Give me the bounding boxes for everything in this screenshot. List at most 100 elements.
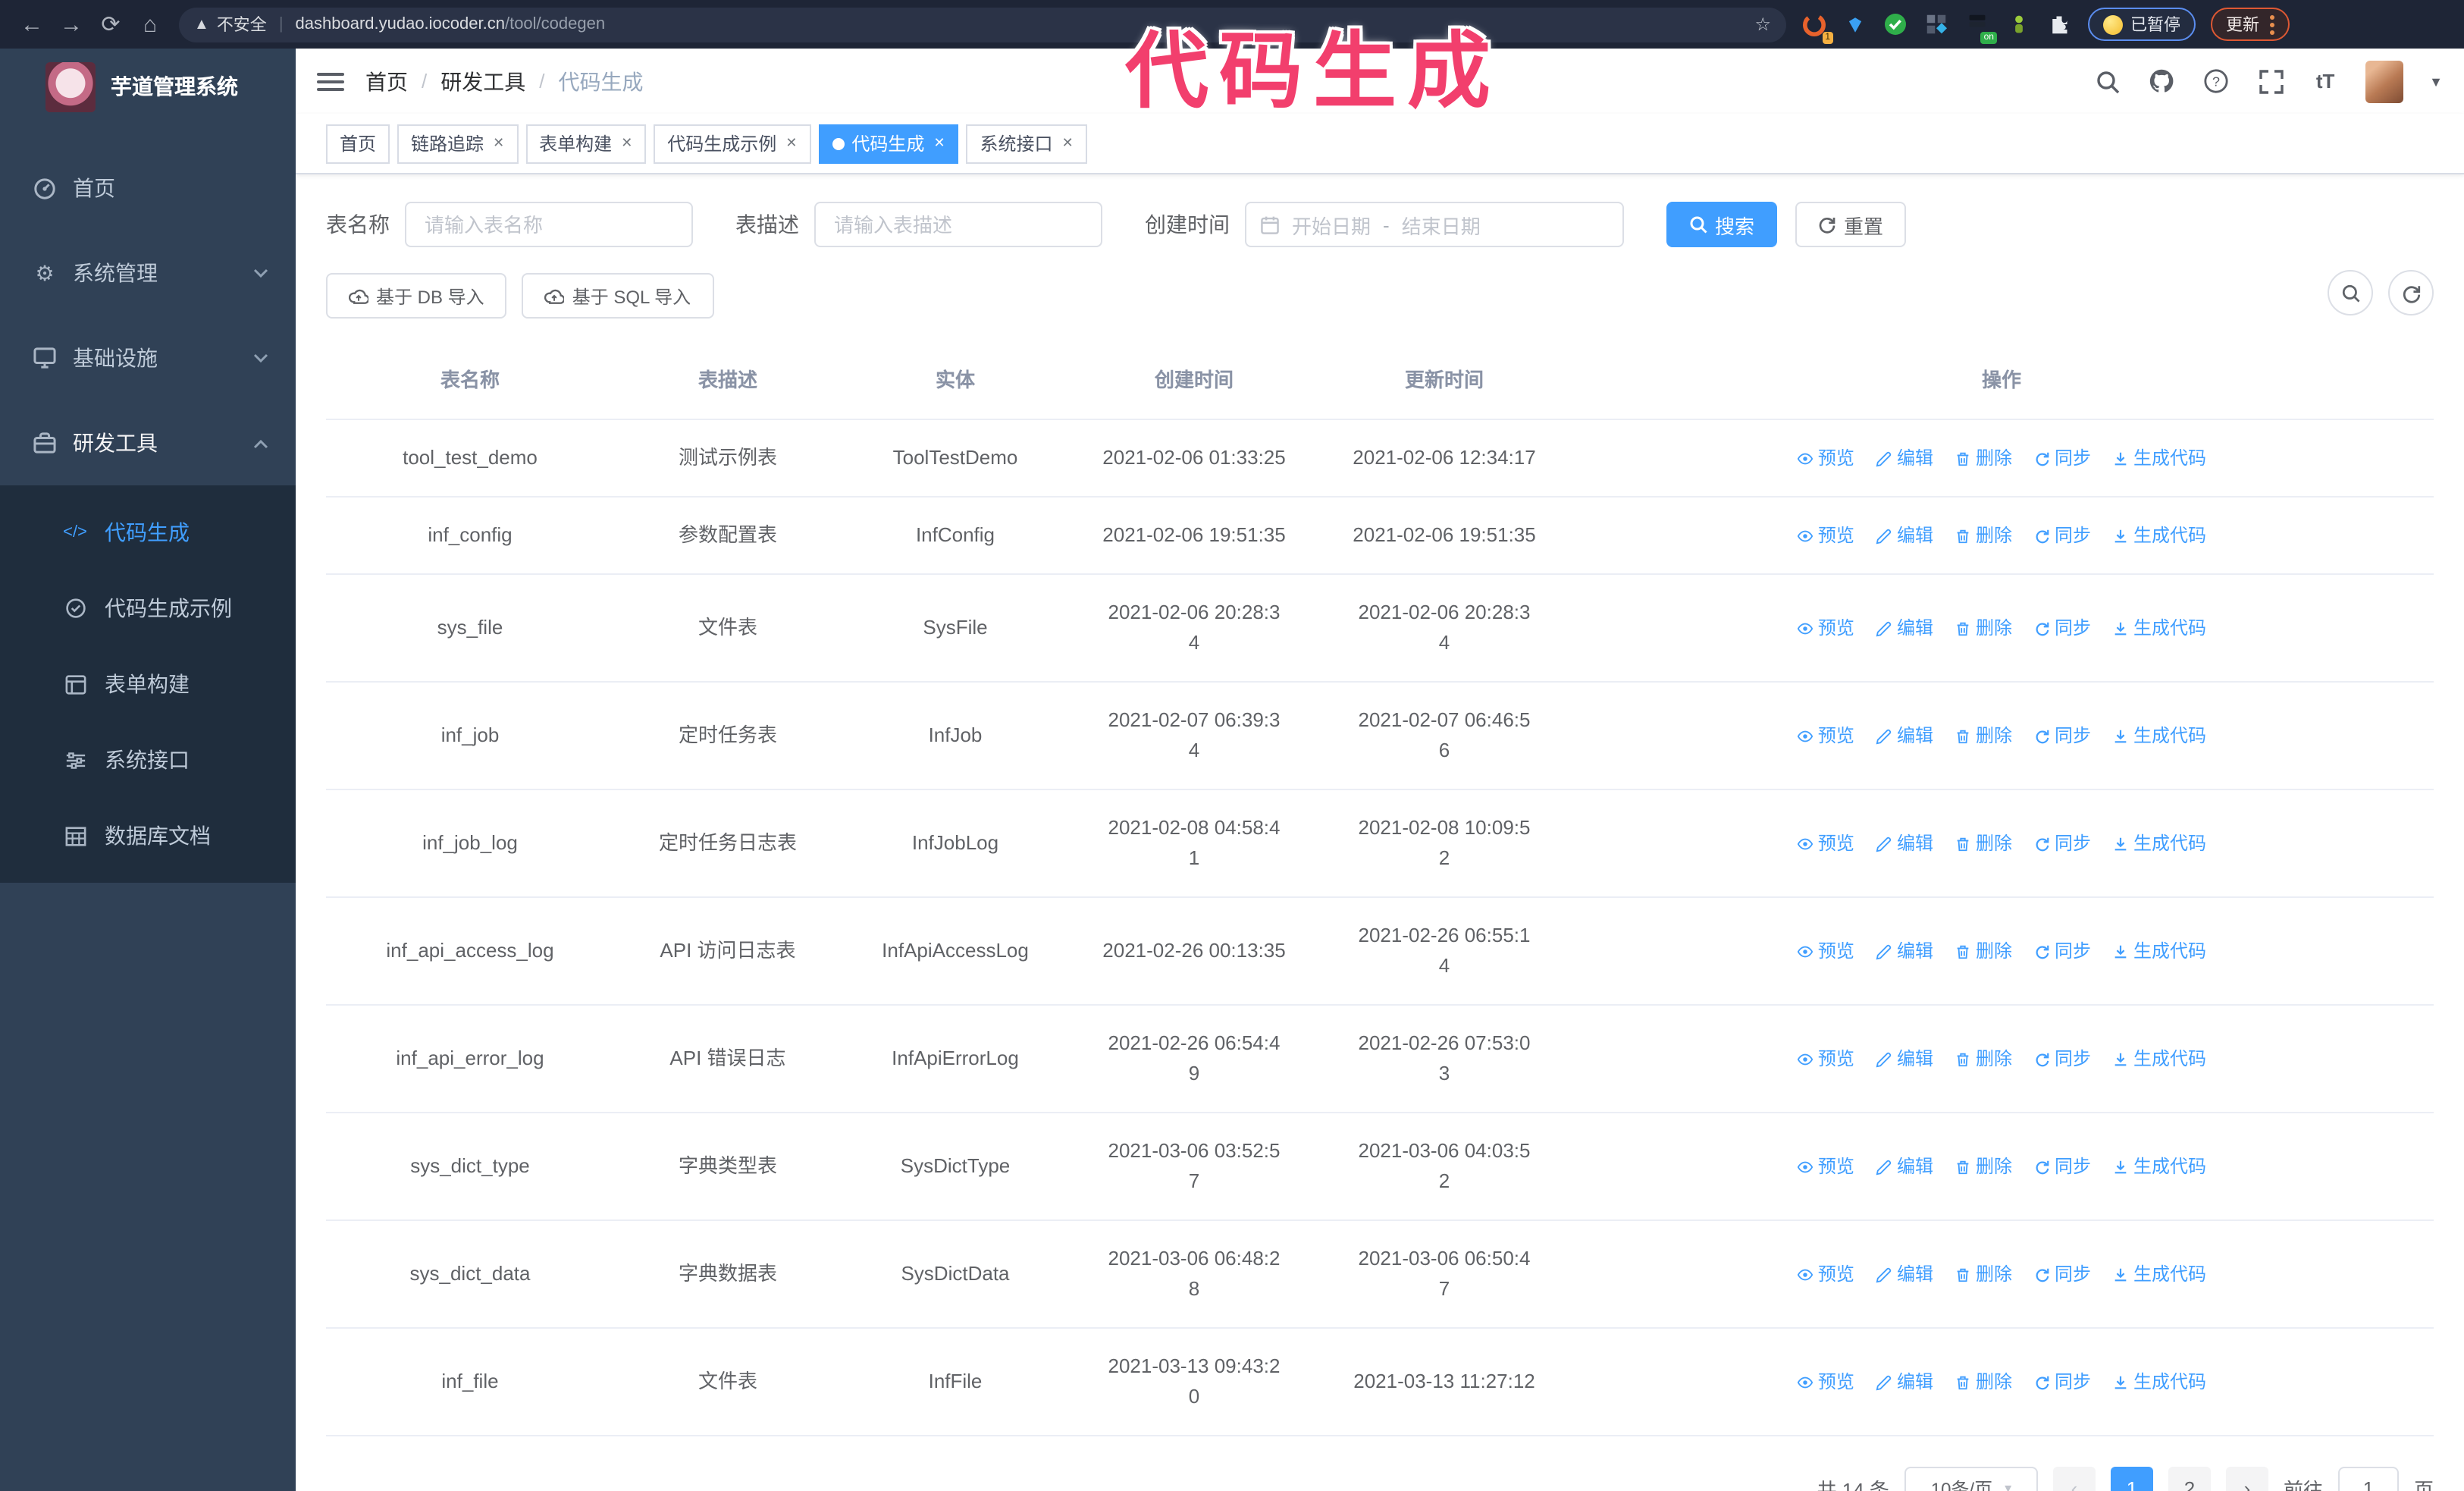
action-sync[interactable]: 同步 [2033,936,2091,966]
action-delete[interactable]: 删除 [1955,1259,2012,1289]
close-icon[interactable]: ✕ [493,135,504,152]
profile-paused-chip[interactable]: 已暂停 [2088,8,2196,41]
action-sync[interactable]: 同步 [2033,520,2091,551]
date-range-picker[interactable]: 开始日期 - 结束日期 [1245,202,1624,247]
tag-active[interactable]: 代码生成 ✕ [818,124,959,163]
action-sync[interactable]: 同步 [2033,828,2091,859]
extensions-puzzle-icon[interactable] [2045,11,2073,38]
action-delete[interactable]: 删除 [1955,720,2012,751]
goto-page-input[interactable] [2337,1467,2399,1491]
action-edit[interactable]: 编辑 [1876,443,1933,473]
table-desc-input[interactable] [814,202,1102,247]
action-download[interactable]: 生成代码 [2112,1259,2206,1289]
action-download[interactable]: 生成代码 [2112,936,2206,966]
address-bar[interactable]: ▲ 不安全 | dashboard.yudao.iocoder.cn/tool/… [179,7,1786,42]
action-delete[interactable]: 删除 [1955,443,2012,473]
action-sync[interactable]: 同步 [2033,1151,2091,1182]
extension-icon-gem[interactable] [1841,11,1868,38]
extension-icon-dark[interactable]: on [1964,11,1997,44]
action-edit[interactable]: 编辑 [1876,520,1933,551]
sidebar-item-devtools[interactable]: 研发工具 [0,400,296,485]
action-delete[interactable]: 删除 [1955,520,2012,551]
font-size-icon[interactable]: tT [2311,67,2340,96]
action-eye[interactable]: 预览 [1797,443,1854,473]
browser-update-button[interactable]: 更新 [2211,8,2290,41]
sidebar-item-codegen[interactable]: </> 代码生成 [0,494,296,570]
hamburger-icon[interactable] [317,72,344,90]
toggle-search-button[interactable] [2328,270,2373,315]
action-sync[interactable]: 同步 [2033,1367,2091,1397]
action-sync[interactable]: 同步 [2033,613,2091,643]
close-icon[interactable]: ✕ [1062,135,1074,152]
avatar[interactable] [2365,60,2404,102]
action-eye[interactable]: 预览 [1797,1151,1854,1182]
action-sync[interactable]: 同步 [2033,443,2091,473]
action-edit[interactable]: 编辑 [1876,613,1933,643]
search-button[interactable]: 搜索 [1666,202,1778,247]
sidebar-item-form-builder[interactable]: 表单构建 [0,646,296,722]
action-download[interactable]: 生成代码 [2112,1151,2206,1182]
close-icon[interactable]: ✕ [933,135,945,152]
sidebar-item-system[interactable]: ⚙ 系统管理 [0,231,296,315]
action-delete[interactable]: 删除 [1955,936,2012,966]
chevron-down-icon[interactable]: ▼ [2429,74,2443,89]
browser-forward-icon[interactable]: → [52,5,91,44]
table-name-input[interactable] [405,202,693,247]
sidebar-item-codegen-example[interactable]: 代码生成示例 [0,570,296,646]
action-edit[interactable]: 编辑 [1876,720,1933,751]
action-delete[interactable]: 删除 [1955,1151,2012,1182]
action-download[interactable]: 生成代码 [2112,613,2206,643]
action-edit[interactable]: 编辑 [1876,1151,1933,1182]
prev-page-button[interactable]: ‹ [2052,1467,2096,1491]
close-icon[interactable]: ✕ [621,135,632,152]
action-sync[interactable]: 同步 [2033,1259,2091,1289]
action-download[interactable]: 生成代码 [2112,1367,2206,1397]
action-sync[interactable]: 同步 [2033,720,2091,751]
tag-item[interactable]: 代码生成示例 ✕ [654,124,811,163]
page-button-2[interactable]: 2 [2168,1467,2211,1491]
import-db-button[interactable]: 基于 DB 导入 [326,273,507,319]
sidebar-item-infra[interactable]: 基础设施 [0,315,296,400]
fullscreen-icon[interactable] [2256,67,2285,96]
action-eye[interactable]: 预览 [1797,520,1854,551]
action-edit[interactable]: 编辑 [1876,936,1933,966]
browser-reload-icon[interactable]: ⟳ [91,5,130,44]
action-edit[interactable]: 编辑 [1876,1367,1933,1397]
action-delete[interactable]: 删除 [1955,828,2012,859]
action-download[interactable]: 生成代码 [2112,520,2206,551]
action-edit[interactable]: 编辑 [1876,828,1933,859]
sidebar-item-db-doc[interactable]: 数据库文档 [0,798,296,874]
breadcrumb-home[interactable]: 首页 [365,66,408,96]
action-eye[interactable]: 预览 [1797,1259,1854,1289]
action-eye[interactable]: 预览 [1797,1044,1854,1074]
extension-icon-orange[interactable]: 1 [1800,11,1833,44]
close-icon[interactable]: ✕ [785,135,797,152]
breadcrumb-devtools[interactable]: 研发工具 [440,66,525,96]
sidebar-item-system-api[interactable]: 系统接口 [0,722,296,798]
action-eye[interactable]: 预览 [1797,828,1854,859]
action-eye[interactable]: 预览 [1797,1367,1854,1397]
extension-icon-green-check[interactable] [1882,11,1909,38]
github-icon[interactable] [2147,67,2176,96]
action-delete[interactable]: 删除 [1955,1044,2012,1074]
tag-item[interactable]: 链路追踪 ✕ [397,124,519,163]
action-download[interactable]: 生成代码 [2112,720,2206,751]
bookmark-star-icon[interactable]: ☆ [1754,14,1771,35]
action-download[interactable]: 生成代码 [2112,828,2206,859]
next-page-button[interactable]: › [2225,1467,2268,1491]
app-logo-row[interactable]: 芋道管理系统 [0,49,296,124]
sidebar-item-home[interactable]: 首页 [0,146,296,231]
refresh-table-button[interactable] [2388,270,2434,315]
tag-item[interactable]: 首页 [326,124,390,163]
tag-item[interactable]: 表单构建 ✕ [525,124,647,163]
browser-home-icon[interactable]: ⌂ [130,5,170,44]
help-icon[interactable]: ? [2202,67,2230,96]
search-icon[interactable] [2093,67,2121,96]
action-delete[interactable]: 删除 [1955,1367,2012,1397]
reset-button[interactable]: 重置 [1795,202,1907,247]
action-edit[interactable]: 编辑 [1876,1259,1933,1289]
action-sync[interactable]: 同步 [2033,1044,2091,1074]
action-download[interactable]: 生成代码 [2112,443,2206,473]
action-delete[interactable]: 删除 [1955,613,2012,643]
action-edit[interactable]: 编辑 [1876,1044,1933,1074]
